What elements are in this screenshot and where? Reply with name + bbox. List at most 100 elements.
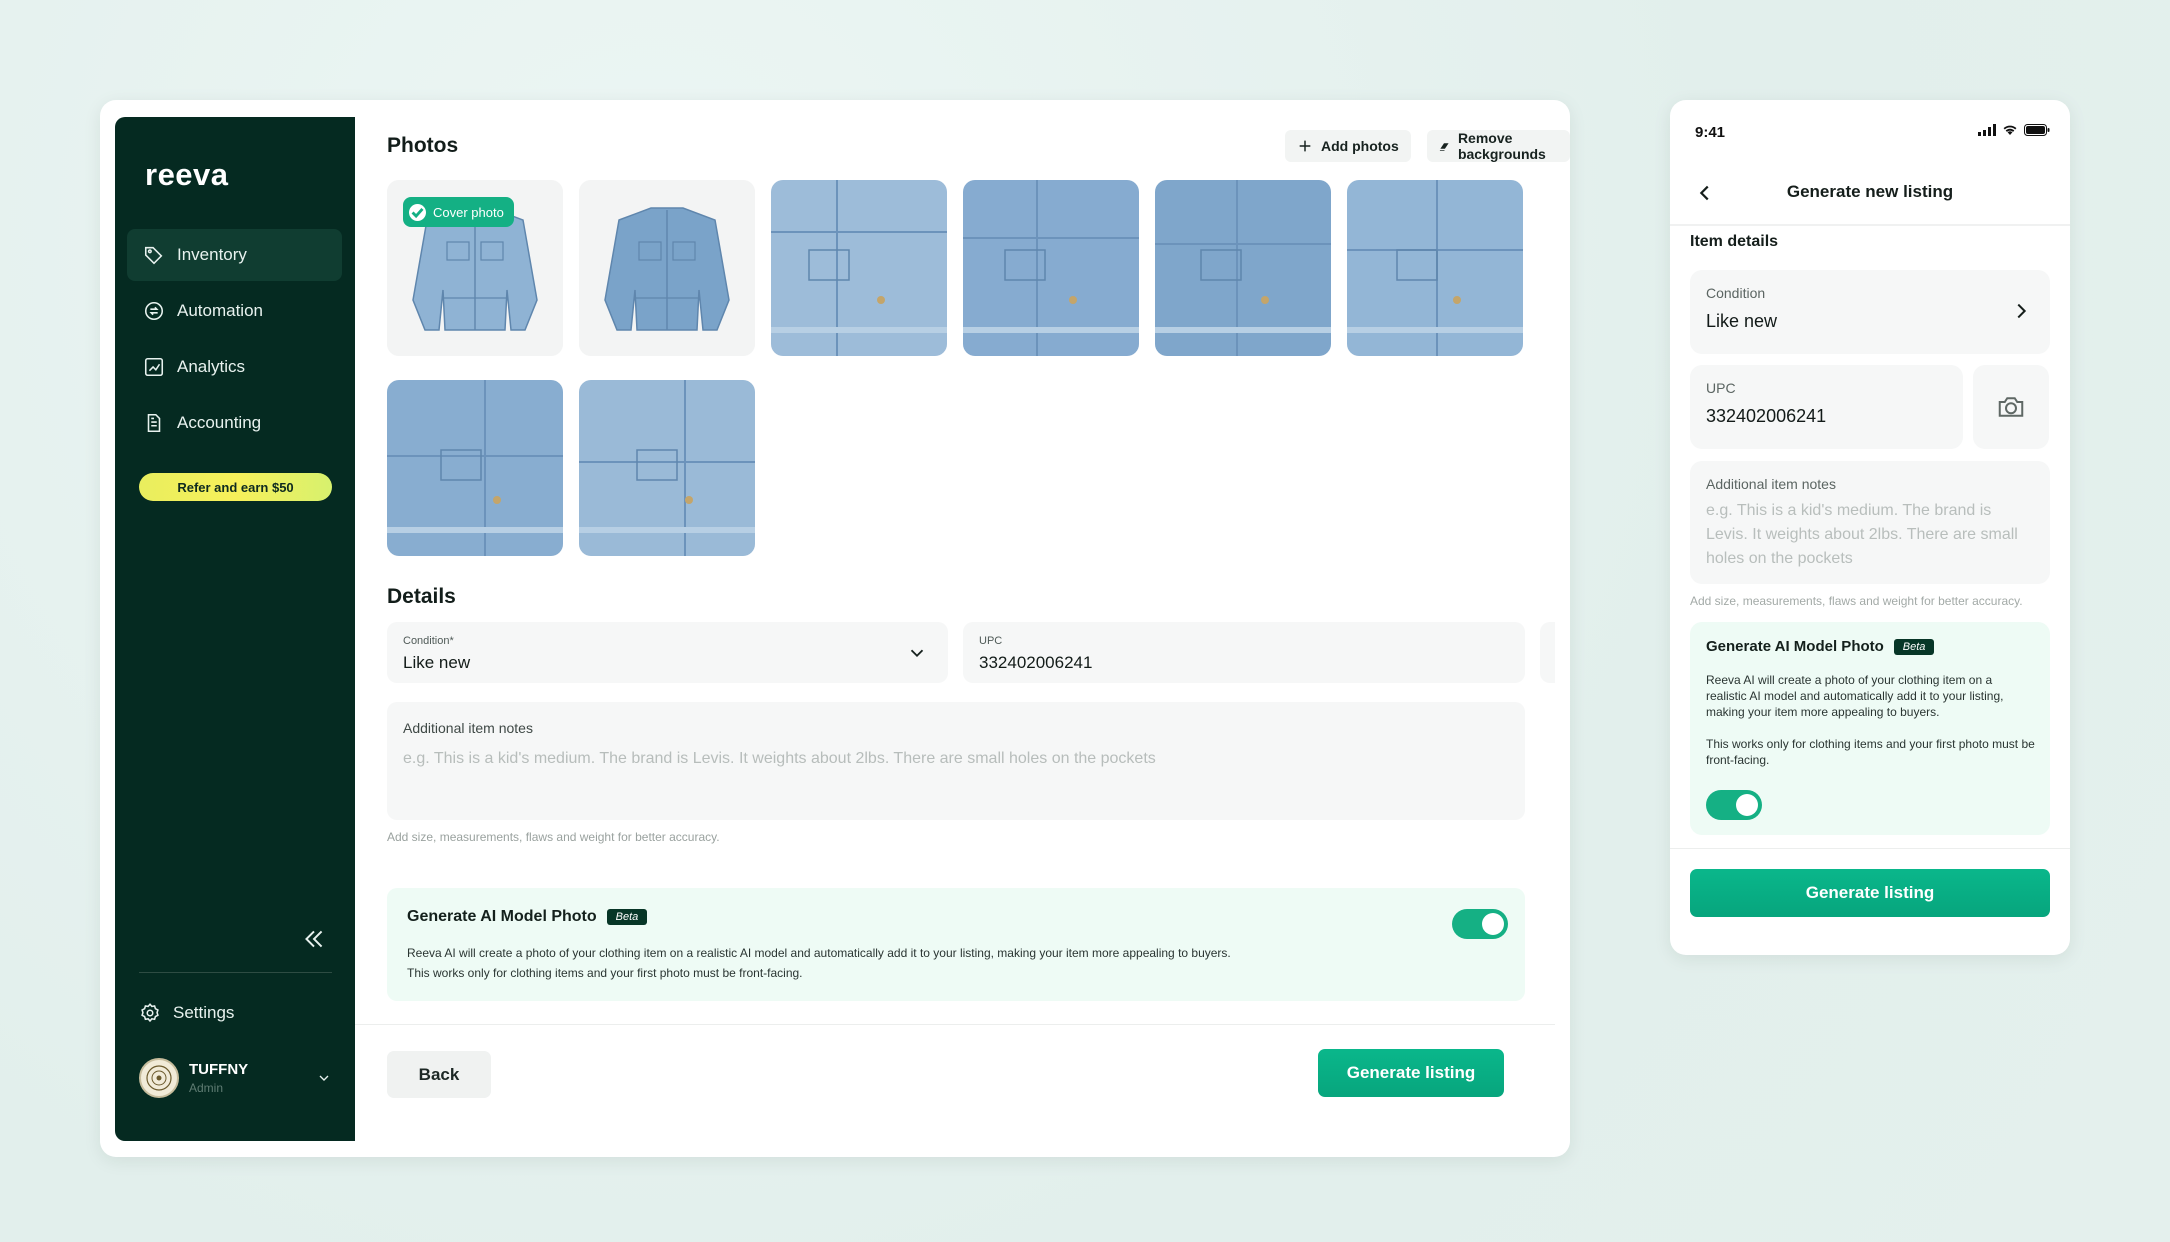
jacket-photo [771, 180, 947, 356]
eraser-icon [1439, 143, 1449, 151]
ai-description-2: This works only for clothing items and y… [1706, 737, 2035, 767]
ai-title: Generate AI Model Photo Beta [407, 908, 648, 926]
refer-button[interactable]: Refer and earn $50 [139, 473, 332, 501]
notes-textarea[interactable]: Additional item notes e.g. This is a kid… [387, 702, 1525, 820]
scan-barcode-button[interactable] [1973, 365, 2049, 449]
beta-badge: Beta [1893, 638, 1935, 655]
field-overflow [1540, 622, 1555, 683]
sidebar-divider [139, 972, 332, 973]
condition-select[interactable]: Condition* Like new [387, 622, 948, 683]
beta-badge: Beta [606, 909, 648, 925]
sidebar-item-label: Automation [177, 301, 263, 320]
battery-icon [2024, 124, 2050, 136]
upc-value: 332402006241 [1706, 406, 1827, 426]
sidebar-item-automation[interactable]: Automation [127, 285, 342, 337]
mobile-condition-select[interactable]: Condition Like new [1690, 270, 2050, 354]
camera-icon [1998, 397, 2024, 417]
mobile-notes-textarea[interactable]: Additional item notes e.g. This is a kid… [1690, 461, 2050, 584]
generate-listing-button[interactable]: Generate listing [1318, 1049, 1504, 1097]
mobile-footer-divider [1670, 848, 2070, 849]
user-name: TUFFNY [189, 1061, 249, 1078]
photos-title: Photos [387, 134, 459, 157]
photo-thumbnail[interactable] [1347, 180, 1523, 356]
mobile-generate-listing-button[interactable]: Generate listing [1690, 869, 2050, 917]
upc-label: UPC [979, 635, 1003, 647]
ai-description-2: This works only for clothing items and y… [407, 966, 803, 980]
sidebar-item-label: Analytics [177, 357, 246, 376]
condition-label: Condition [1706, 285, 1766, 301]
details-title: Details [387, 585, 456, 608]
add-photos-button[interactable]: Add photos [1285, 130, 1411, 162]
check-icon [409, 203, 426, 221]
photo-thumbnail[interactable] [771, 180, 947, 356]
ai-title-text: Generate AI Model Photo [407, 908, 597, 925]
wifi-icon [2003, 125, 2017, 135]
sidebar: reeva Inventory Automation Analytics Acc… [115, 117, 355, 1141]
chevron-down-icon [910, 649, 924, 658]
photo-thumbnail[interactable] [1155, 180, 1331, 356]
ai-title: Generate AI Model Photo Beta [1706, 638, 1935, 655]
notes-label: Additional item notes [1706, 476, 1836, 492]
collapse-sidebar-icon[interactable] [301, 926, 327, 952]
ai-model-toggle[interactable] [1452, 909, 1508, 939]
main-content: Photos Add photos Remove backgrounds Cov… [355, 100, 1570, 1157]
back-button[interactable]: Back [387, 1051, 491, 1098]
cover-photo-label: Cover photo [433, 204, 504, 220]
status-time: 9:41 [1695, 124, 1726, 141]
condition-label: Condition* [403, 635, 454, 647]
settings-label: Settings [173, 1003, 235, 1022]
mobile-screen: 9:41 Generate new listing Item details C… [1670, 100, 2070, 955]
chevron-down-icon[interactable] [316, 1070, 332, 1086]
notes-hint: Add size, measurements, flaws and weight… [1690, 594, 2023, 608]
jacket-photo [579, 180, 755, 356]
photo-thumbnail[interactable] [387, 380, 563, 556]
upc-label: UPC [1706, 380, 1736, 396]
jacket-photo [387, 380, 563, 556]
sidebar-item-label: Inventory [177, 245, 247, 264]
chevron-right-icon [2017, 303, 2027, 319]
status-icons [1978, 124, 2050, 136]
sidebar-item-accounting[interactable]: Accounting [127, 397, 342, 449]
remove-backgrounds-label: Remove backgrounds [1457, 130, 1546, 162]
cover-photo-badge: Cover photo [403, 197, 514, 227]
ai-title-text: Generate AI Model Photo [1706, 638, 1884, 655]
photo-thumbnail[interactable] [963, 180, 1139, 356]
mobile-ai-model-card: Generate AI Model Photo Beta Reeva AI wi… [1690, 622, 2050, 835]
mobile-upc-field[interactable]: UPC 332402006241 [1690, 365, 1963, 449]
condition-value: Like new [403, 653, 471, 672]
condition-value: Like new [1706, 311, 1778, 331]
footer-divider [355, 1024, 1555, 1025]
tag-icon [144, 246, 163, 265]
mobile-title: Generate new listing [1786, 182, 1954, 201]
desktop-window: reeva Inventory Automation Analytics Acc… [100, 100, 1570, 1157]
photo-thumbnail[interactable] [579, 180, 755, 356]
document-icon [147, 413, 161, 433]
sidebar-item-label: Accounting [177, 413, 262, 432]
signal-icon [1978, 124, 1996, 136]
jacket-photo [1155, 180, 1331, 356]
item-details-title: Item details [1690, 233, 1779, 250]
jacket-photo [1347, 180, 1523, 356]
photo-thumbnail[interactable] [579, 380, 755, 556]
notes-placeholder: e.g. This is a kid's medium. The brand i… [403, 750, 1156, 767]
plus-icon [1299, 140, 1311, 152]
ai-description: Reeva AI will create a photo of your clo… [407, 943, 1407, 983]
photo-thumbnail[interactable]: Cover photo [387, 180, 563, 356]
brand-logo: reeva [145, 157, 229, 192]
sidebar-item-settings[interactable]: Settings [139, 1002, 234, 1024]
sidebar-item-analytics[interactable]: Analytics [127, 341, 342, 393]
user-role: Admin [189, 1081, 224, 1095]
notes-label: Additional item notes [403, 720, 533, 736]
remove-backgrounds-button[interactable]: Remove backgrounds [1427, 130, 1570, 162]
notes-hint: Add size, measurements, flaws and weight… [387, 830, 720, 844]
gear-icon [141, 1003, 159, 1023]
jacket-photo [579, 380, 755, 556]
mobile-ai-toggle[interactable] [1706, 790, 1762, 820]
upc-value: 332402006241 [979, 653, 1093, 672]
sidebar-nav: Inventory Automation Analytics Accountin… [127, 229, 342, 453]
sidebar-item-inventory[interactable]: Inventory [127, 229, 342, 281]
analytics-icon [144, 357, 164, 377]
ai-description-1: Reeva AI will create a photo of your clo… [1706, 673, 2004, 719]
upc-field[interactable]: UPC 332402006241 [963, 622, 1525, 683]
user-menu[interactable]: TUFFNY Admin [139, 1055, 332, 1101]
